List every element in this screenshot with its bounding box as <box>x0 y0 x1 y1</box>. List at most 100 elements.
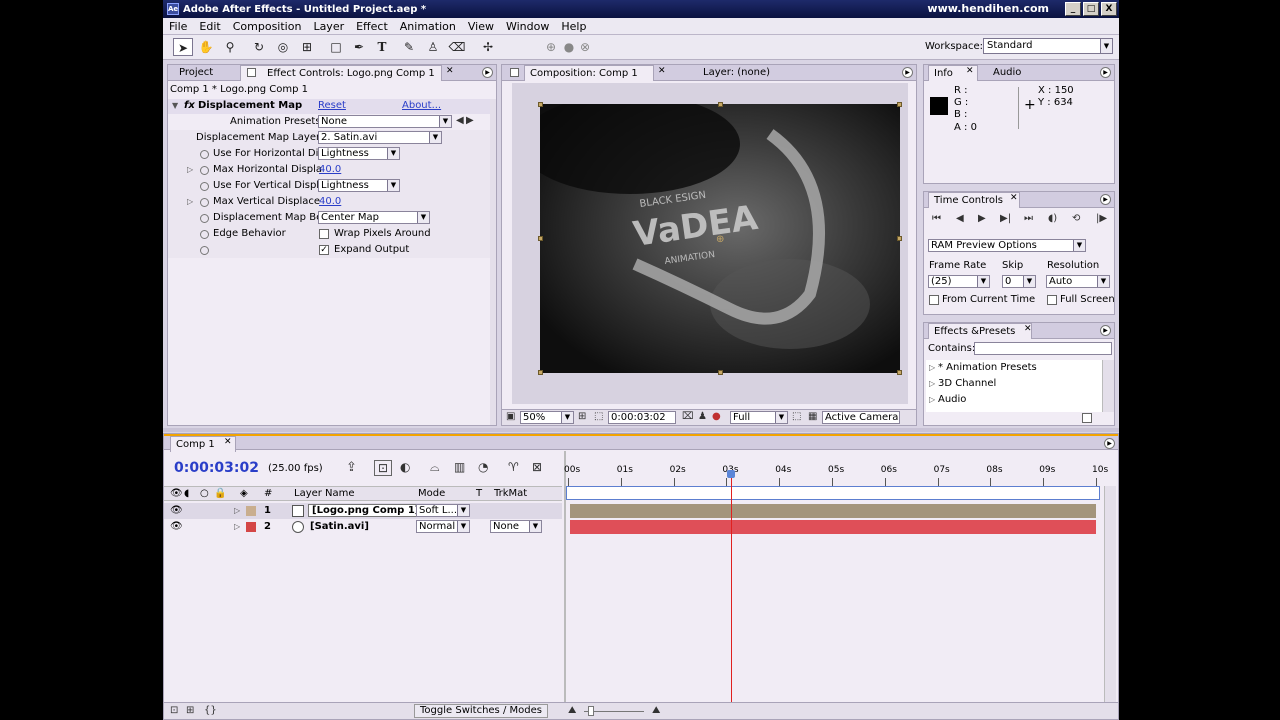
layer-bar-1[interactable] <box>570 504 1096 518</box>
stopwatch-icon[interactable] <box>200 246 209 255</box>
close-icon[interactable]: ✕ <box>446 66 454 76</box>
maximize-button[interactable]: □ <box>1083 2 1099 16</box>
workspace-select[interactable]: Standard ▼ <box>983 38 1113 54</box>
zoom-slider-thumb[interactable] <box>588 706 594 716</box>
menu-composition[interactable]: Composition <box>233 20 302 33</box>
region-of-interest-icon[interactable]: ⬚ <box>792 411 801 422</box>
close-window-button[interactable]: X <box>1101 2 1117 16</box>
tab-composition[interactable]: Composition: Comp 1 <box>524 65 654 81</box>
tab-effects-presets[interactable]: Effects &Presets <box>928 323 1032 339</box>
rotate-tool-icon[interactable]: ↻ <box>249 38 269 56</box>
layer-name[interactable]: [Logo.png Comp 1] <box>308 504 424 517</box>
transparency-grid-icon[interactable]: ▦ <box>808 411 817 422</box>
wrap-pixels-checkbox[interactable] <box>319 229 329 239</box>
panel-menu-icon[interactable]: ▶ <box>902 67 913 78</box>
snapshot-icon[interactable]: ⌧ <box>682 411 694 422</box>
work-area-bar[interactable] <box>566 486 1100 500</box>
layer-row-1[interactable]: 👁 ▷ 1 [Logo.png Comp 1] Soft L... ▼ <box>164 503 562 519</box>
full-screen-checkbox[interactable] <box>1047 295 1057 305</box>
current-time-indicator[interactable] <box>730 470 732 702</box>
layer-switches-icon[interactable]: ⊡ <box>170 705 178 716</box>
always-preview-icon[interactable]: ▣ <box>506 411 515 422</box>
expand-triangle-icon[interactable]: ▷ <box>929 363 935 372</box>
channel-icon[interactable]: ● <box>712 411 721 422</box>
play-icon[interactable]: ▶ <box>978 213 986 224</box>
stopwatch-icon[interactable] <box>200 182 209 191</box>
close-icon[interactable]: ✕ <box>1024 324 1032 334</box>
fx-icon[interactable]: fx <box>184 100 195 111</box>
menu-view[interactable]: View <box>468 20 494 33</box>
live-update-icon[interactable]: ⇪ <box>346 460 357 475</box>
effects-search-input[interactable] <box>974 342 1112 355</box>
transfer-controls-icon[interactable]: ⊞ <box>186 705 194 716</box>
layer-name-header[interactable]: Layer Name <box>294 488 355 499</box>
comp-mini-flowchart-icon[interactable]: ⊡ <box>374 460 392 476</box>
previous-frame-icon[interactable]: ◀ <box>956 213 964 224</box>
expand-triangle-icon[interactable]: ▷ <box>187 165 193 174</box>
panel-menu-icon[interactable]: ▶ <box>1100 194 1111 205</box>
stopwatch-icon[interactable] <box>200 166 209 175</box>
in-out-icon[interactable]: {} <box>204 705 217 716</box>
graph-editor-icon[interactable]: ♈ <box>508 460 519 474</box>
timeline-scrollbar[interactable] <box>1104 486 1116 706</box>
axis-mode-icon[interactable]: ⊕ <box>541 38 561 56</box>
layer-label-color[interactable] <box>246 506 256 516</box>
menu-layer[interactable]: Layer <box>313 20 344 33</box>
last-frame-icon[interactable]: ⏭ <box>1024 213 1033 224</box>
composition-viewer[interactable]: BLACK ESIGN VaDEA ANIMATION ⊕ <box>512 83 908 404</box>
prev-preset-icon[interactable]: ◀ <box>456 115 464 126</box>
panel-splitter[interactable] <box>163 428 1119 432</box>
track-matte-select[interactable]: None ▼ <box>490 520 542 533</box>
tab-audio[interactable]: Audio <box>988 65 1026 81</box>
menu-window[interactable]: Window <box>506 20 549 33</box>
lock-icon[interactable] <box>510 68 519 77</box>
displacement-map-behavior-select[interactable]: Center Map ▼ <box>318 211 430 224</box>
eraser-icon[interactable]: ⌫ <box>447 38 467 56</box>
close-icon[interactable]: ✕ <box>1010 193 1018 203</box>
draft-3d-icon[interactable]: ◐ <box>400 460 410 474</box>
menu-animation[interactable]: Animation <box>400 20 456 33</box>
tab-effect-controls[interactable]: Effect Controls: Logo.png Comp 1 <box>240 65 442 81</box>
brainstorm-icon[interactable]: ⊠ <box>532 460 542 474</box>
camera-view-select[interactable]: Active Camera <box>822 411 900 424</box>
effects-scrollbar[interactable] <box>1102 360 1114 412</box>
hand-tool-icon[interactable]: ✋ <box>196 38 216 56</box>
loop-icon[interactable]: ⟲ <box>1072 213 1080 224</box>
timeline-timecode[interactable]: 0:00:03:02 <box>174 460 259 476</box>
playhead-handle[interactable] <box>726 470 735 478</box>
resolution-select[interactable]: Full ▼ <box>730 411 788 424</box>
expand-triangle-icon[interactable]: ▷ <box>929 379 935 388</box>
displacement-map-layer-select[interactable]: 2. Satin.avi ▼ <box>318 131 442 144</box>
transform-handle[interactable] <box>538 236 543 241</box>
about-link[interactable]: About... <box>402 100 441 111</box>
minimize-button[interactable]: _ <box>1065 2 1081 16</box>
rectangle-mask-icon[interactable]: □ <box>326 38 346 56</box>
reset-link[interactable]: Reset <box>318 100 346 111</box>
max-vertical-value[interactable]: 40.0 <box>319 196 341 207</box>
text-tool-icon[interactable]: T <box>372 38 392 56</box>
frame-rate-select[interactable]: (25) ▼ <box>928 275 990 288</box>
panel-menu-icon[interactable]: ▶ <box>1104 438 1115 449</box>
time-ruler[interactable]: 00s01s02s03s04s05s06s07s08s09s10s <box>564 460 1108 486</box>
stopwatch-icon[interactable] <box>200 230 209 239</box>
menu-effect[interactable]: Effect <box>356 20 388 33</box>
blend-mode-select[interactable]: Soft L... ▼ <box>416 504 470 517</box>
panel-menu-icon[interactable]: ▶ <box>482 67 493 78</box>
toggle-switches-modes-button[interactable]: Toggle Switches / Modes <box>414 704 548 718</box>
pen-tool-icon[interactable]: ✒ <box>349 38 369 56</box>
stopwatch-icon[interactable] <box>200 150 209 159</box>
expand-triangle-icon[interactable]: ▷ <box>187 197 193 206</box>
transform-handle[interactable] <box>718 370 723 375</box>
transform-handle[interactable] <box>897 102 902 107</box>
skip-select[interactable]: 0 ▼ <box>1002 275 1036 288</box>
effect-controls-scrollbar[interactable] <box>490 99 496 425</box>
tab-time-controls[interactable]: Time Controls <box>928 192 1020 208</box>
zoom-out-icon[interactable]: ⛰ <box>568 705 576 716</box>
close-icon[interactable]: ✕ <box>966 66 974 76</box>
transform-handle[interactable] <box>897 236 902 241</box>
orbit-camera-icon[interactable]: ◎ <box>273 38 293 56</box>
ram-preview-icon[interactable]: |▶ <box>1096 213 1107 224</box>
max-horizontal-value[interactable]: 40.0 <box>319 164 341 175</box>
visibility-eye-icon[interactable]: 👁 <box>170 521 183 532</box>
safe-margins-icon[interactable]: ⊞ <box>578 411 586 422</box>
